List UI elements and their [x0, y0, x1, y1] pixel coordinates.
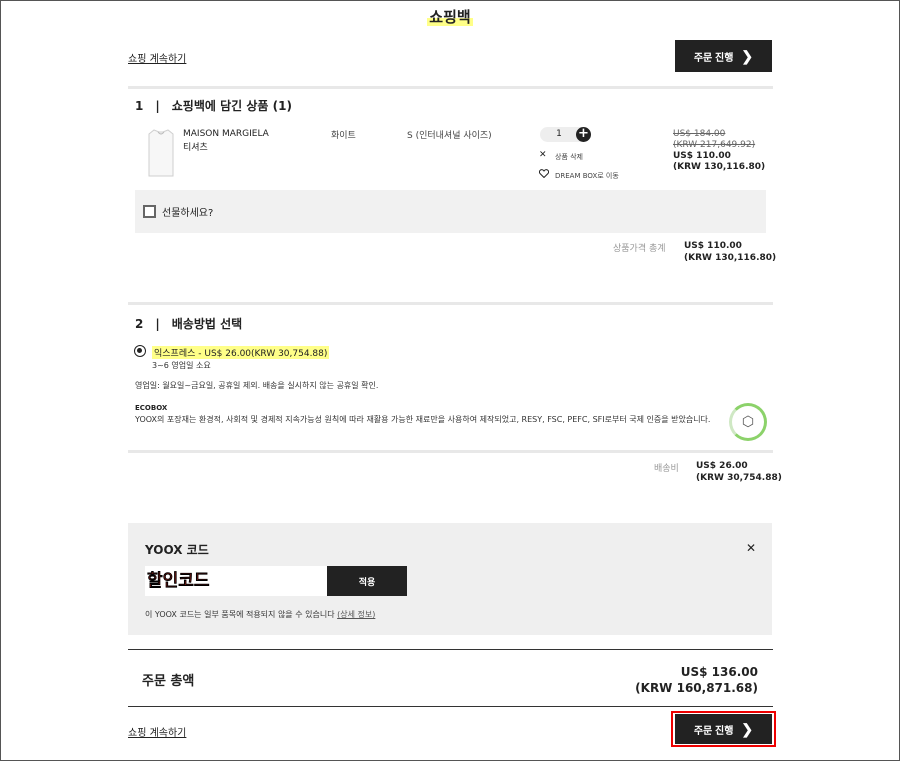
section-title-shipping: 2 | 배송방법 선택: [135, 317, 243, 331]
apply-code-button[interactable]: 적용: [327, 566, 407, 596]
gift-checkbox[interactable]: [143, 205, 156, 218]
shipping-fee-krw: (KRW 30,754.88): [696, 473, 782, 483]
continue-shopping-link-bottom[interactable]: 쇼핑 계속하기: [128, 724, 186, 739]
highlight-box: [671, 711, 776, 747]
divider: [128, 302, 773, 305]
quantity-plus-button[interactable]: +: [576, 127, 591, 142]
code-notice: 이 YOOX 코드는 일부 품목에 적용되지 않을 수 있습니다 (상세 정보): [145, 610, 376, 619]
heart-icon[interactable]: [539, 169, 549, 178]
quantity-value: 1: [556, 129, 562, 139]
checkout-label: 주문 진행: [693, 52, 734, 64]
delete-item-link[interactable]: 상품 삭제: [555, 152, 583, 162]
yoox-code-title: YOOX 코드: [145, 543, 209, 557]
divider: [128, 450, 773, 453]
divider: [128, 706, 773, 707]
business-days-note: 영업일: 월요일~금요일, 공휴일 제외. 배송을 실시하지 않는 공휴일 확인…: [135, 381, 379, 390]
sale-price-usd: US$ 110.00: [673, 151, 731, 161]
original-price-krw: (KRW 217,649.92): [673, 140, 756, 150]
close-icon[interactable]: ✕: [539, 150, 547, 160]
section-title-bag: 1 | 쇼핑백에 담긴 상품 (1): [135, 99, 292, 113]
ecobox-text: YOOX의 포장재는 환경적, 사회적 및 경제적 지속가능성 원칙에 따라 재…: [135, 415, 711, 424]
subtotal-usd: US$ 110.00: [684, 241, 742, 251]
subtotal-label: 상품가격 총계: [613, 244, 666, 254]
gift-option[interactable]: 선물하세요?: [135, 190, 766, 233]
shipping-option-label[interactable]: 익스프레스 - US$ 26.00(KRW 30,754.88): [152, 346, 330, 359]
shipping-fee-usd: US$ 26.00: [696, 461, 748, 471]
shipping-fee-label: 배송비: [654, 464, 679, 474]
page-title: 쇼핑백: [427, 8, 473, 26]
sale-price-krw: (KRW 130,116.80): [673, 162, 766, 172]
product-size: S (인터내셔널 사이즈): [407, 131, 492, 141]
product-image[interactable]: [145, 128, 177, 178]
close-icon[interactable]: ✕: [746, 541, 756, 555]
chevron-right-icon: ❯: [741, 48, 754, 64]
divider: [128, 86, 773, 89]
order-total-usd: US$ 136.00: [680, 665, 758, 679]
move-to-dreambox-link[interactable]: DREAM BOX로 이동: [555, 171, 619, 181]
checkout-button-top[interactable]: 주문 진행 ❯: [675, 40, 772, 72]
shipping-radio-express[interactable]: [134, 345, 146, 357]
product-brand[interactable]: MAISON MARGIELA: [183, 129, 269, 139]
continue-shopping-link-top[interactable]: 쇼핑 계속하기: [128, 50, 186, 65]
code-input-wrapper: [145, 566, 327, 596]
code-details-link[interactable]: (상세 정보): [337, 610, 375, 619]
box-icon: ⬡: [729, 403, 767, 441]
product-category: 티셔츠: [183, 143, 208, 153]
subtotal-krw: (KRW 130,116.80): [684, 253, 777, 263]
shipping-eta: 3~6 영업일 소요: [152, 361, 211, 370]
divider: [128, 649, 773, 650]
product-color: 화이트: [331, 131, 356, 141]
order-total-label: 주문 총액: [142, 674, 195, 689]
ecobox-title: ECOBOX: [135, 404, 168, 412]
discount-code-input[interactable]: [147, 568, 325, 594]
order-total-value: US$ 136.00 (KRW 160,871.68): [635, 664, 758, 696]
original-price-usd: US$ 184.00: [673, 129, 726, 139]
order-total-krw: (KRW 160,871.68): [635, 681, 758, 695]
gift-label: 선물하세요?: [162, 208, 214, 219]
